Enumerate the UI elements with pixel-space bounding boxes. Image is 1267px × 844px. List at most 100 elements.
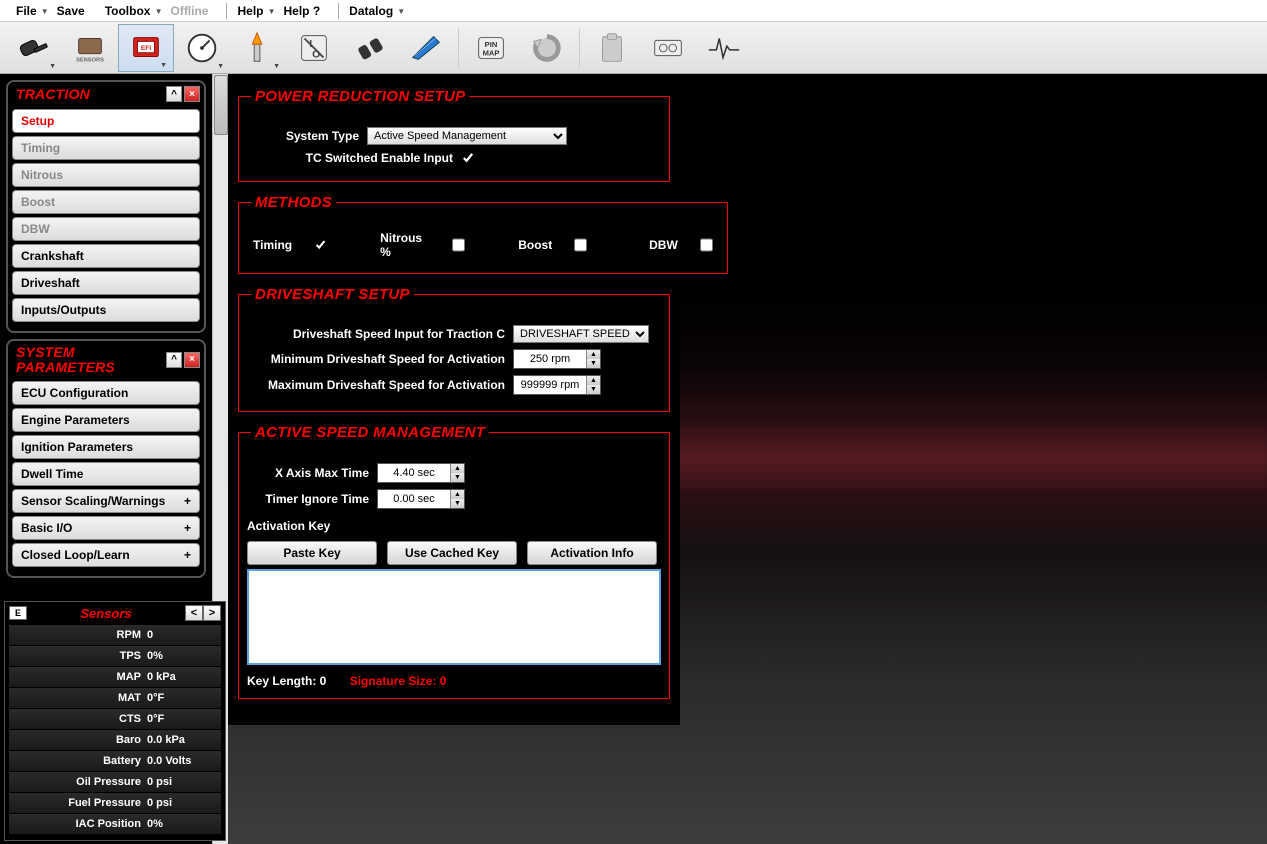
spin-up[interactable]: ▲ <box>586 350 600 359</box>
legend-power: POWER REDUCTION SETUP <box>251 88 469 105</box>
ds-max-input[interactable] <box>514 376 586 394</box>
menu-offline[interactable]: Offline <box>164 2 222 20</box>
ds-min-spinbox[interactable]: ▲▼ <box>513 349 601 369</box>
sidebar-item-setup[interactable]: Setup <box>12 109 200 133</box>
panel-collapse2[interactable]: ^ <box>166 352 182 368</box>
methods-timing-cb[interactable] <box>314 238 327 252</box>
tool-sep1 <box>458 28 459 68</box>
spin-down[interactable]: ▼ <box>586 385 600 394</box>
use-cached-button[interactable]: Use Cached Key <box>387 541 517 565</box>
sensor-value: 0 psi <box>145 797 172 809</box>
panel-sysparams: SYSTEMPARAMETERS ^ × ECU Configuration E… <box>6 339 206 578</box>
sensor-value: 0% <box>145 818 163 830</box>
ds-input-select[interactable]: DRIVESHAFT SPEED <box>513 325 649 343</box>
tool-heartbeat[interactable] <box>696 24 752 72</box>
ds-max-spinbox[interactable]: ▲▼ <box>513 375 601 395</box>
panel-traction: TRACTION ^ × Setup Timing Nitrous Boost … <box>6 80 206 333</box>
sensor-value: 0.0 Volts <box>145 755 191 767</box>
fieldset-driveshaft: DRIVESHAFT SETUP Driveshaft Speed Input … <box>238 286 670 412</box>
sidebar-item-driveshaft[interactable]: Driveshaft <box>12 271 200 295</box>
ds-max-label: Maximum Driveshaft Speed for Activation <box>247 378 513 392</box>
sidebar-item-basicio[interactable]: Basic I/O+ <box>12 516 200 540</box>
ds-min-input[interactable] <box>514 350 586 368</box>
ignore-input[interactable] <box>378 490 450 508</box>
menu-bar: File▼ Save Toolbox▼ Offline Help▼ Help ?… <box>0 0 1267 22</box>
tool-sep2 <box>579 28 580 68</box>
methods-nitrous-cb[interactable] <box>452 238 465 252</box>
spin-up[interactable]: ▲ <box>450 490 464 499</box>
tc-enable-checkbox[interactable] <box>461 151 475 165</box>
methods-boost-cb[interactable] <box>574 238 587 252</box>
menu-datalog[interactable]: Datalog▼ <box>343 2 407 20</box>
sidebar-item-ignition[interactable]: Ignition Parameters <box>12 435 200 459</box>
panel-close2[interactable]: × <box>184 352 200 368</box>
sensor-name: Oil Pressure <box>9 776 145 788</box>
panel-close[interactable]: × <box>184 86 200 102</box>
activation-key-textarea[interactable] <box>247 569 661 665</box>
sensor-row: Oil Pressure0 psi <box>9 772 221 792</box>
tool-gauge[interactable]: ▼ <box>174 24 230 72</box>
sensor-name: IAC Position <box>9 818 145 830</box>
sig-size-label: Signature Size: 0 <box>350 674 447 688</box>
sensor-row: Battery0.0 Volts <box>9 751 221 771</box>
sidebar-item-engine[interactable]: Engine Parameters <box>12 408 200 432</box>
sidebar-item-sensorscaling[interactable]: Sensor Scaling/Warnings+ <box>12 489 200 513</box>
sidebar-item-closedloop[interactable]: Closed Loop/Learn+ <box>12 543 200 567</box>
sensor-name: CTS <box>9 713 145 725</box>
sensors-title: Sensors <box>27 606 185 621</box>
sidebar-item-boost[interactable]: Boost <box>12 190 200 214</box>
methods-dbw-cb[interactable] <box>700 238 713 252</box>
ds-input-label: Driveshaft Speed Input for Traction C <box>247 327 513 341</box>
sidebar-item-ecu[interactable]: ECU Configuration <box>12 381 200 405</box>
xmax-spinbox[interactable]: ▲▼ <box>377 463 465 483</box>
sensors-next[interactable]: > <box>203 605 221 621</box>
sensor-name: RPM <box>9 629 145 641</box>
sensor-name: TPS <box>9 650 145 662</box>
sensor-row: IAC Position0% <box>9 814 221 834</box>
tool-pinmap[interactable]: PINMAP <box>463 24 519 72</box>
xmax-input[interactable] <box>378 464 450 482</box>
tool-refresh[interactable] <box>519 24 575 72</box>
tool-connector[interactable]: ▼ <box>6 24 62 72</box>
methods-boost-label: Boost <box>518 238 552 252</box>
menu-help2[interactable]: Help ? <box>278 2 335 20</box>
sidebar-item-io[interactable]: Inputs/Outputs <box>12 298 200 322</box>
tool-tires[interactable] <box>342 24 398 72</box>
spin-down[interactable]: ▼ <box>450 499 464 508</box>
sensor-row: Baro0.0 kPa <box>9 730 221 750</box>
tool-sensors[interactable]: SENSORS <box>62 24 118 72</box>
sidebar-item-dbw[interactable]: DBW <box>12 217 200 241</box>
panel-collapse[interactable]: ^ <box>166 86 182 102</box>
tool-efi[interactable]: EFI ▼ <box>118 24 174 72</box>
paste-key-button[interactable]: Paste Key <box>247 541 377 565</box>
panel-title-sysparams: SYSTEMPARAMETERS <box>16 345 115 374</box>
spin-down[interactable]: ▼ <box>450 473 464 482</box>
spin-up[interactable]: ▲ <box>586 376 600 385</box>
ignore-spinbox[interactable]: ▲▼ <box>377 489 465 509</box>
menu-help[interactable]: Help▼ <box>231 2 277 20</box>
sensors-prev[interactable]: < <box>185 605 203 621</box>
sidebar-item-nitrous[interactable]: Nitrous <box>12 163 200 187</box>
menu-file[interactable]: File▼ <box>10 2 51 20</box>
menu-save[interactable]: Save <box>51 2 99 20</box>
sidebar-item-dwell[interactable]: Dwell Time <box>12 462 200 486</box>
tool-spark[interactable]: ▼ <box>230 24 286 72</box>
system-type-label: System Type <box>247 129 367 143</box>
spin-up[interactable]: ▲ <box>450 464 464 473</box>
sensor-value: 0 <box>145 629 153 641</box>
sensor-value: 0 psi <box>145 776 172 788</box>
tool-dash[interactable] <box>640 24 696 72</box>
methods-nitrous-label: Nitrous % <box>380 231 430 259</box>
menu-toolbox[interactable]: Toolbox▼ <box>99 2 165 20</box>
sidebar-item-timing[interactable]: Timing <box>12 136 200 160</box>
tool-io[interactable]: IO <box>286 24 342 72</box>
sensor-value: 0°F <box>145 692 164 704</box>
spin-down[interactable]: ▼ <box>586 359 600 368</box>
system-type-select[interactable]: Active Speed Management <box>367 127 567 145</box>
sensor-row: MAT0°F <box>9 688 221 708</box>
tool-airfoil[interactable] <box>398 24 454 72</box>
activation-info-button[interactable]: Activation Info <box>527 541 657 565</box>
sensors-expand-icon[interactable]: E <box>9 606 27 620</box>
tool-clipboard[interactable] <box>584 24 640 72</box>
sidebar-item-crankshaft[interactable]: Crankshaft <box>12 244 200 268</box>
